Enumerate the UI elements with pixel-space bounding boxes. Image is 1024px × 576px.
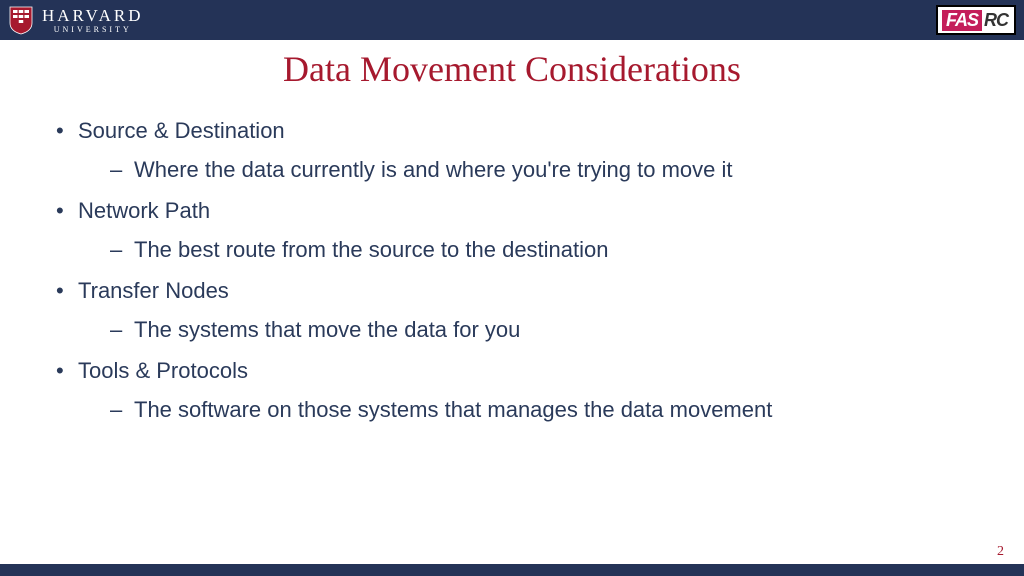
- rc-label: RC: [982, 10, 1010, 31]
- bullet-text: Tools & Protocols: [78, 358, 248, 383]
- harvard-subtitle: UNIVERSITY: [42, 26, 144, 34]
- fasrc-badge: FAS RC: [936, 5, 1016, 35]
- harvard-logo: HARVARD UNIVERSITY: [8, 5, 144, 35]
- sub-item: Where the data currently is and where yo…: [78, 153, 974, 186]
- sub-item: The best route from the source to the de…: [78, 233, 974, 266]
- bullet-item: Transfer Nodes The systems that move the…: [50, 274, 974, 346]
- header-bar: HARVARD UNIVERSITY FAS RC: [0, 0, 1024, 40]
- sub-item: The software on those systems that manag…: [78, 393, 974, 426]
- fas-label: FAS: [942, 10, 982, 31]
- footer-bar: [0, 564, 1024, 576]
- bullet-list: Source & Destination Where the data curr…: [50, 114, 974, 426]
- sub-list: The best route from the source to the de…: [78, 233, 974, 266]
- slide-title: Data Movement Considerations: [0, 48, 1024, 90]
- harvard-text: HARVARD UNIVERSITY: [42, 7, 144, 34]
- slide-content: Source & Destination Where the data curr…: [0, 114, 1024, 426]
- bullet-item: Source & Destination Where the data curr…: [50, 114, 974, 186]
- page-number: 2: [997, 544, 1004, 560]
- sub-list: The systems that move the data for you: [78, 313, 974, 346]
- bullet-item: Tools & Protocols The software on those …: [50, 354, 974, 426]
- sub-item: The systems that move the data for you: [78, 313, 974, 346]
- harvard-name: HARVARD: [42, 7, 144, 24]
- harvard-shield-icon: [8, 5, 34, 35]
- sub-list: The software on those systems that manag…: [78, 393, 974, 426]
- bullet-text: Network Path: [78, 198, 210, 223]
- bullet-text: Transfer Nodes: [78, 278, 229, 303]
- sub-list: Where the data currently is and where yo…: [78, 153, 974, 186]
- bullet-item: Network Path The best route from the sou…: [50, 194, 974, 266]
- bullet-text: Source & Destination: [78, 118, 285, 143]
